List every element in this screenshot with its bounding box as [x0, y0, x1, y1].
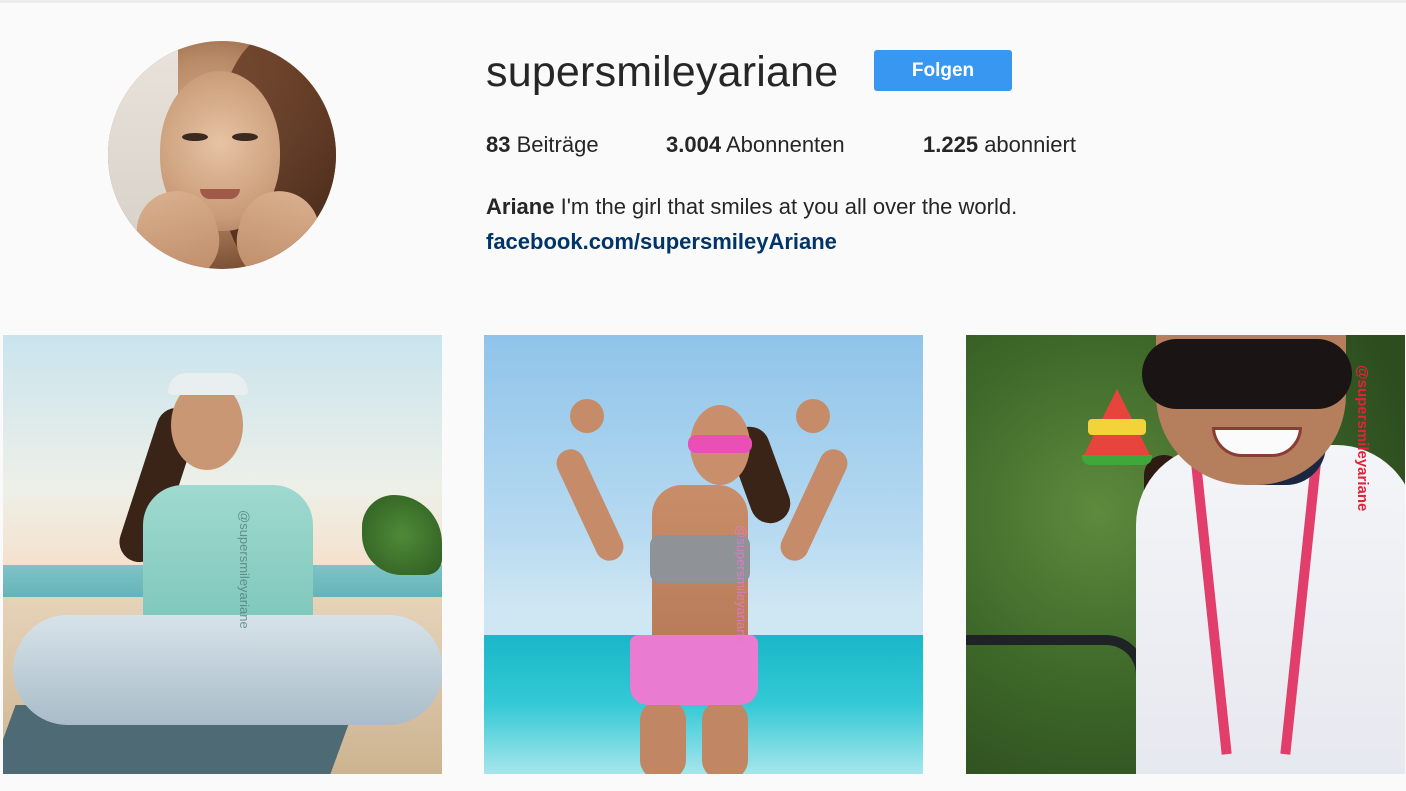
post-2-shorts	[630, 635, 758, 705]
stat-posts-label: Beiträge	[516, 132, 599, 157]
avatar-eye-right	[232, 133, 258, 141]
stat-followers[interactable]: 3.004 Abonnenten	[666, 132, 845, 158]
post-2-leg-right	[702, 700, 748, 774]
bio-link[interactable]: facebook.com/supersmileyAriane	[486, 229, 837, 255]
post-thumbnail-2[interactable]: @supersmileyariane	[484, 335, 923, 774]
post-1-legs	[13, 615, 442, 725]
follow-button[interactable]: Folgen	[874, 50, 1012, 91]
bio-text: I'm the girl that smiles at you all over…	[560, 194, 1018, 219]
post-2-fist-left	[570, 399, 604, 433]
post-2-leg-left	[640, 700, 686, 774]
watermelon-sticker-icon	[1082, 389, 1152, 469]
post-1-headband	[168, 373, 248, 395]
avatar-eye-left	[182, 133, 208, 141]
watermelon-sunglasses	[1088, 419, 1146, 435]
post-1-watermark: @supersmileyariane	[237, 510, 252, 629]
stat-following-label: abonniert	[984, 132, 1076, 157]
stat-posts-count: 83	[486, 132, 511, 157]
post-3-bicycle	[966, 635, 1146, 774]
bio-name: Ariane	[486, 194, 555, 219]
profile-avatar[interactable]	[108, 41, 336, 269]
stat-following-count: 1.225	[923, 132, 979, 157]
post-3-watermark: @supersmileyariane	[1354, 365, 1371, 512]
avatar-mouth	[200, 189, 240, 199]
top-divider	[0, 0, 1406, 3]
post-2-fist-right	[796, 399, 830, 433]
watermelon-rind	[1082, 455, 1152, 465]
post-thumbnail-3[interactable]: @supersmileyariane	[966, 335, 1405, 774]
post-2-glasses	[688, 435, 752, 453]
stat-followers-count: 3.004	[666, 132, 722, 157]
post-2-watermark: @supersmileyariane	[734, 525, 749, 644]
post-3-sunglasses	[1142, 339, 1352, 409]
profile-bio: Ariane I'm the girl that smiles at you a…	[486, 194, 1017, 220]
stat-followers-label: Abonnenten	[725, 132, 845, 157]
post-thumbnail-1[interactable]: @supersmileyariane	[3, 335, 442, 774]
profile-username: supersmileyariane	[486, 48, 839, 96]
stat-posts: 83 Beiträge	[486, 132, 599, 158]
stat-following[interactable]: 1.225 abonniert	[923, 132, 1076, 158]
